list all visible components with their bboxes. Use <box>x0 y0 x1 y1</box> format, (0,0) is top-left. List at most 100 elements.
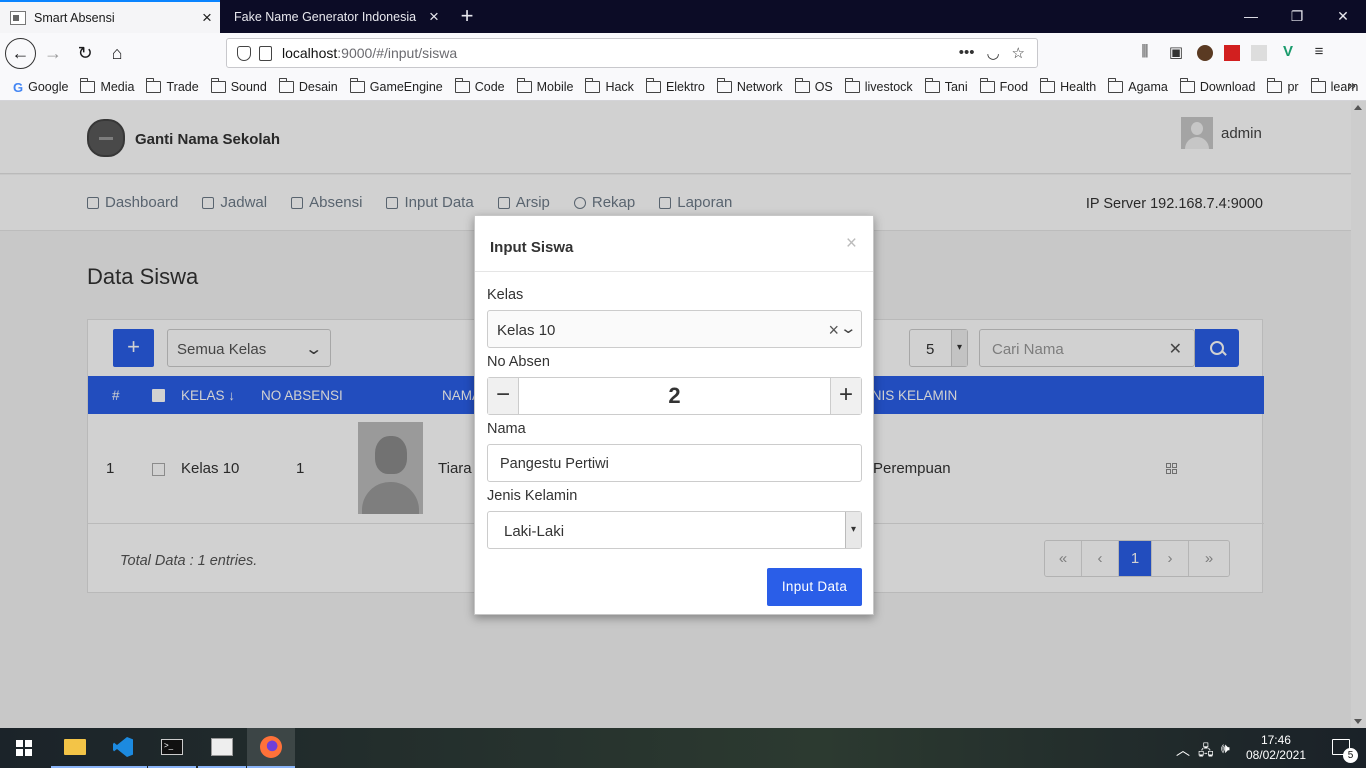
bookmarks-bar: G Google Media Trade Sound Desain GameEng… <box>0 74 1366 101</box>
network-icon[interactable]: 🖧 <box>1198 740 1214 764</box>
bookmark-folder[interactable]: GameEngine <box>349 78 443 94</box>
folder-icon <box>210 78 226 93</box>
vscode-icon <box>113 737 133 757</box>
bookmark-folder[interactable]: OS <box>794 78 833 94</box>
close-icon[interactable]: × <box>846 233 857 255</box>
bookmark-folder[interactable]: livestock <box>844 78 913 94</box>
close-window-button[interactable]: ✕ <box>1320 0 1366 33</box>
windows-taskbar: >_ ︿ 🖧 🕪 17:46 08/02/2021 5 <box>0 728 1366 768</box>
volume-icon[interactable]: 🕪 <box>1221 740 1230 757</box>
folder-icon <box>844 78 860 93</box>
increment-button[interactable]: + <box>830 378 861 414</box>
pocket-icon[interactable]: ◡ <box>986 44 999 62</box>
extension-grey-icon[interactable] <box>1251 45 1267 61</box>
page-actions-icon[interactable]: ••• <box>959 44 975 62</box>
close-tab-icon[interactable]: × <box>194 8 220 28</box>
bookmark-folder[interactable]: Download <box>1179 78 1255 94</box>
vscode-button[interactable] <box>99 728 147 768</box>
bookmark-folder[interactable]: Elektro <box>645 78 705 94</box>
bookmark-star-icon[interactable]: ☆ <box>1012 44 1025 62</box>
url-path: :9000/#/input/siswa <box>337 45 458 61</box>
folder-icon <box>1040 78 1056 93</box>
clock-time: 17:46 <box>1260 733 1291 747</box>
close-tab-icon[interactable]: × <box>421 7 447 27</box>
extension-red-icon[interactable] <box>1224 45 1240 61</box>
address-bar[interactable]: localhost :9000/#/input/siswa ••• ◡ ☆ <box>226 38 1038 68</box>
bookmark-folder[interactable]: Agama <box>1108 78 1168 94</box>
menu-icon[interactable]: ≡ <box>1309 43 1329 63</box>
tab-title: Fake Name Generator Indonesia <box>234 9 417 24</box>
new-tab-button[interactable]: + <box>455 4 479 28</box>
app-window-button[interactable] <box>198 728 246 768</box>
forward-button[interactable]: → <box>38 38 68 68</box>
firefox-button[interactable] <box>247 728 295 768</box>
folder-icon <box>794 78 810 93</box>
no-absen-label: No Absen <box>487 354 550 370</box>
folder-icon <box>146 78 162 93</box>
input-data-button[interactable]: Input Data <box>767 568 862 606</box>
browser-tab-bar: Smart Absensi × Fake Name Generator Indo… <box>0 0 1366 33</box>
bookmark-folder[interactable]: Desain <box>278 78 338 94</box>
chevron-down-icon: ▾ <box>845 512 861 548</box>
folder-icon <box>1267 78 1283 93</box>
app-window-icon <box>211 738 233 756</box>
tracking-protection-icon[interactable] <box>237 45 251 61</box>
page-scrollbar[interactable] <box>1351 101 1366 728</box>
sidebar-icon[interactable]: ▣ <box>1166 43 1186 63</box>
nama-label: Nama <box>487 421 526 437</box>
bookmark-folder[interactable]: Media <box>80 78 134 94</box>
bookmark-folder[interactable]: Trade <box>146 78 199 94</box>
scroll-down-icon[interactable] <box>1354 719 1362 724</box>
notification-center-icon[interactable]: 5 <box>1332 739 1358 763</box>
back-button[interactable]: ← <box>5 38 36 69</box>
windows-logo-icon <box>16 740 32 756</box>
bookmark-folder[interactable]: pr <box>1267 78 1299 94</box>
more-bookmarks-icon[interactable]: » <box>1348 77 1356 94</box>
bookmark-folder[interactable]: Health <box>1040 78 1096 94</box>
scroll-up-icon[interactable] <box>1354 105 1362 110</box>
modal-header: Input Siswa × <box>475 216 873 272</box>
reload-button[interactable]: ↻ <box>70 38 100 68</box>
tab-fake-name-generator[interactable]: Fake Name Generator Indonesia × <box>225 0 447 33</box>
bookmark-folder[interactable]: Mobile <box>516 78 573 94</box>
terminal-button[interactable]: >_ <box>148 728 196 768</box>
home-button[interactable]: ⌂ <box>102 38 132 68</box>
folder-icon <box>278 78 294 93</box>
bookmark-folder[interactable]: Food <box>979 78 1028 94</box>
minimize-window-button[interactable]: — <box>1228 0 1274 33</box>
bookmark-folder[interactable]: Code <box>454 78 505 94</box>
tab-smart-absensi[interactable]: Smart Absensi × <box>0 0 220 33</box>
vue-devtools-icon[interactable]: V <box>1278 43 1298 63</box>
bookmark-folder[interactable]: Hack <box>585 78 634 94</box>
no-absen-stepper: − 2 + <box>487 377 862 415</box>
notification-count: 5 <box>1343 748 1358 763</box>
start-button[interactable] <box>0 728 48 768</box>
bookmark-folder[interactable]: Tani <box>924 78 968 94</box>
file-explorer-icon <box>64 739 86 755</box>
profile-extension-icon[interactable] <box>1197 45 1213 61</box>
bookmark-google[interactable]: G Google <box>13 80 68 95</box>
bookmark-folder[interactable]: Sound <box>210 78 267 94</box>
page-info-icon[interactable] <box>259 45 272 61</box>
web-page: Ganti Nama Sekolah admin Dashboard Jadwa… <box>0 101 1351 728</box>
decrement-button[interactable]: − <box>488 378 519 414</box>
nama-input[interactable]: Pangestu Pertiwi <box>487 444 862 482</box>
restore-window-button[interactable]: ❐ <box>1274 0 1320 33</box>
jenis-kelamin-select[interactable]: Laki-Laki ▾ <box>487 511 862 549</box>
no-absen-input[interactable]: 2 <box>519 383 830 409</box>
folder-icon <box>924 78 940 93</box>
folder-icon <box>1108 78 1124 93</box>
folder-icon <box>585 78 601 93</box>
chevron-up-icon[interactable]: ︿ <box>1176 740 1190 760</box>
url-host: localhost <box>282 45 338 61</box>
clock[interactable]: 17:46 08/02/2021 <box>1246 733 1306 763</box>
modal-title: Input Siswa <box>490 239 574 256</box>
input-siswa-modal: Input Siswa × Kelas Kelas 10 × ⌄ No Abse… <box>474 215 874 615</box>
folder-icon <box>80 78 96 93</box>
folder-icon <box>979 78 995 93</box>
clear-selection-icon[interactable]: × <box>828 320 839 341</box>
bookmark-folder[interactable]: Network <box>716 78 783 94</box>
kelas-select[interactable]: Kelas 10 × ⌄ <box>487 310 862 348</box>
file-explorer-button[interactable] <box>51 728 99 768</box>
library-icon[interactable]: ⫼ <box>1135 43 1155 63</box>
